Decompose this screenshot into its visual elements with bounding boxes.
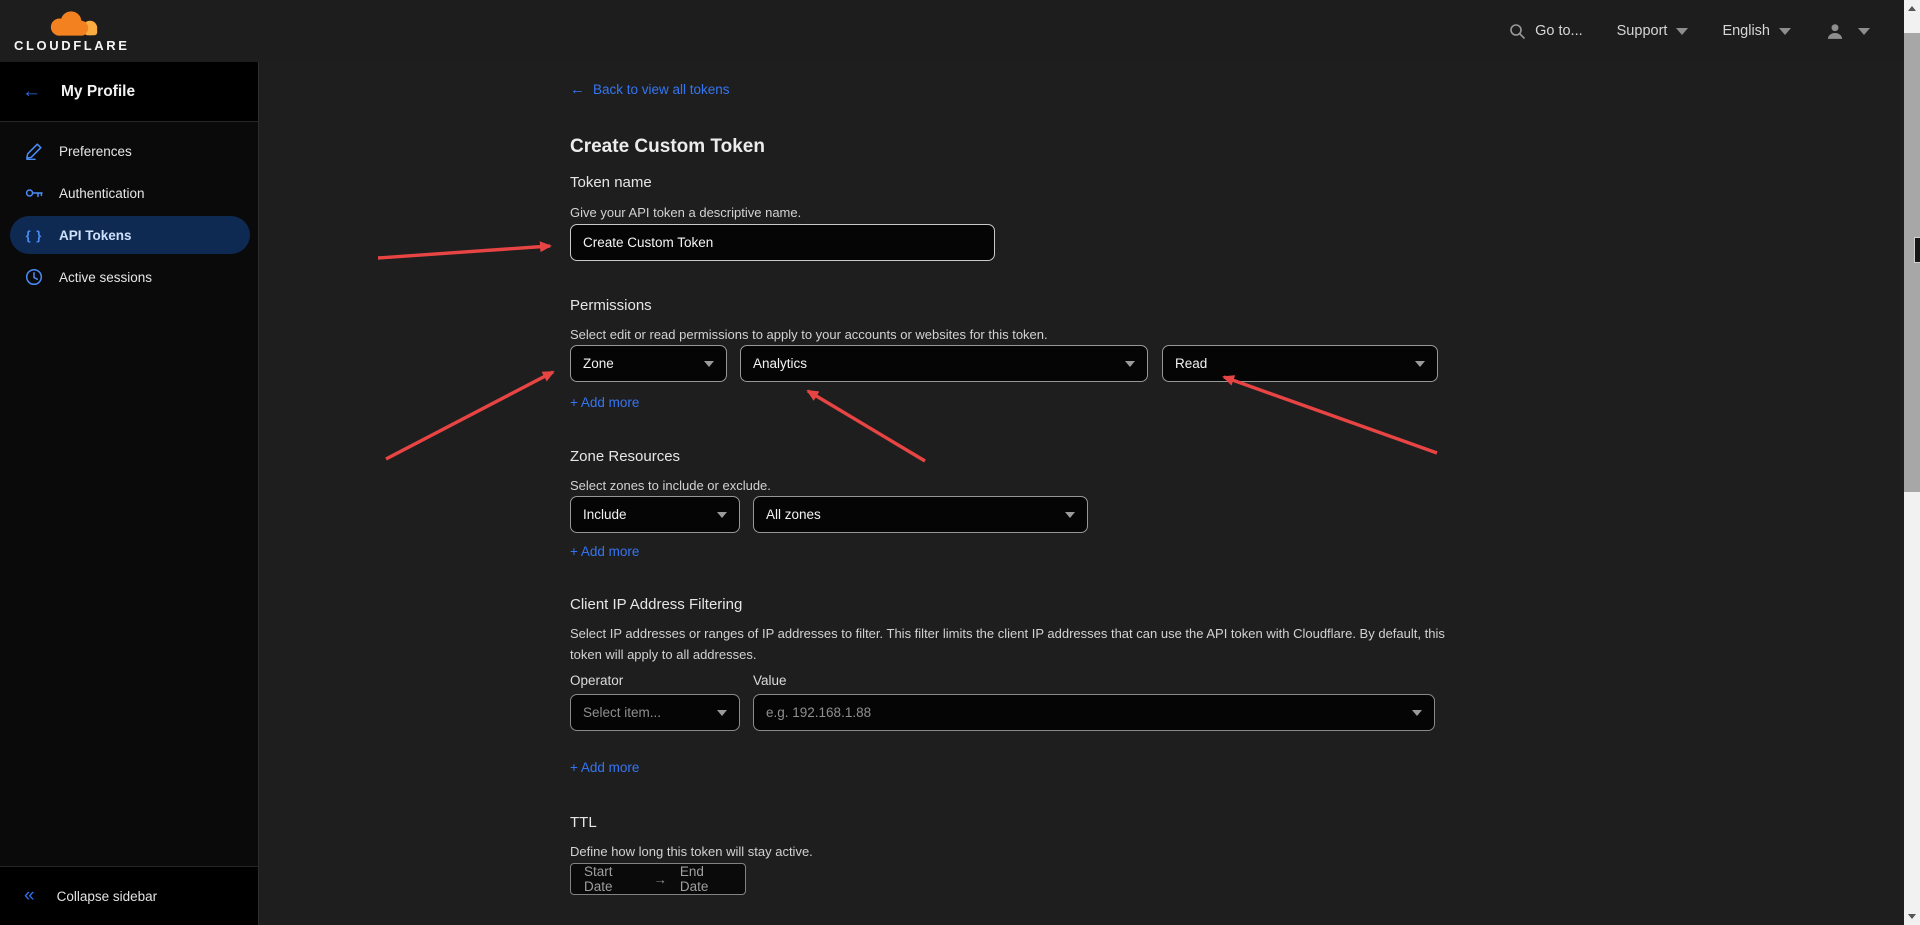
- permissions-add-more-link[interactable]: + Add more: [570, 395, 639, 410]
- zones-value: All zones: [766, 507, 821, 522]
- chevron-down-icon: [1125, 361, 1135, 367]
- token-name-label: Token name: [570, 174, 652, 191]
- permission-scope-value: Zone: [583, 356, 614, 371]
- vertical-scrollbar[interactable]: [1904, 0, 1920, 925]
- back-link-label: Back to view all tokens: [593, 82, 730, 97]
- back-arrow-icon: ←: [22, 81, 41, 103]
- search-icon: [1509, 23, 1526, 40]
- permission-scope-select[interactable]: Zone: [570, 345, 727, 382]
- sidebar-item-preferences[interactable]: Preferences: [10, 132, 250, 170]
- permissions-description: Select edit or read permissions to apply…: [570, 324, 1048, 345]
- arrow-to-token-name-input: [378, 246, 550, 258]
- zone-resources-description: Select zones to include or exclude.: [570, 475, 771, 496]
- operator-select[interactable]: Select item...: [570, 694, 740, 731]
- ip-filtering-add-more-link[interactable]: + Add more: [570, 760, 639, 775]
- end-date-placeholder: End Date: [680, 864, 732, 894]
- zone-mode-select[interactable]: Include: [570, 496, 740, 533]
- language-menu[interactable]: English: [1722, 23, 1791, 39]
- language-label: English: [1722, 23, 1770, 39]
- token-name-input[interactable]: [570, 224, 995, 261]
- account-menu[interactable]: [1825, 22, 1870, 41]
- clock-icon: [24, 268, 44, 286]
- zone-mode-value: Include: [583, 507, 627, 522]
- token-name-description: Give your API token a descriptive name.: [570, 202, 801, 223]
- braces-icon: { }: [24, 228, 44, 243]
- sidebar-item-active-sessions[interactable]: Active sessions: [10, 258, 250, 296]
- arrow-to-read-select: [1224, 377, 1437, 453]
- sidebar-title: My Profile: [61, 83, 135, 101]
- scrollbar-up-button[interactable]: [1904, 0, 1920, 17]
- value-label: Value: [753, 673, 787, 688]
- ttl-date-range-picker[interactable]: Start Date → End Date: [570, 863, 746, 895]
- permission-service-select[interactable]: Analytics: [740, 345, 1148, 382]
- back-to-tokens-link[interactable]: ← Back to view all tokens: [570, 81, 730, 98]
- scrollbar-down-button[interactable]: [1904, 908, 1920, 925]
- add-more-label: + Add more: [570, 395, 639, 410]
- pencil-icon: [24, 142, 44, 160]
- chevron-down-icon: [717, 710, 727, 716]
- permission-service-value: Analytics: [753, 356, 807, 371]
- ip-filtering-label: Client IP Address Filtering: [570, 596, 742, 613]
- sidebar-back-my-profile[interactable]: ← My Profile: [0, 62, 258, 122]
- start-date-placeholder: Start Date: [584, 864, 640, 894]
- sidebar-item-label: Preferences: [59, 144, 132, 159]
- ttl-description: Define how long this token will stay act…: [570, 841, 813, 862]
- arrow-right-icon: →: [653, 872, 667, 887]
- chevron-down-icon: [1065, 512, 1075, 518]
- sidebar: ← My Profile Preferences Authenti: [0, 62, 259, 925]
- collapse-label: Collapse sidebar: [57, 889, 158, 904]
- goto-label: Go to...: [1535, 23, 1583, 39]
- goto-search[interactable]: Go to...: [1509, 23, 1583, 40]
- cloudflare-logo[interactable]: CLOUDFLARE: [14, 10, 130, 53]
- ttl-label: TTL: [570, 814, 597, 831]
- sidebar-item-label: API Tokens: [59, 228, 132, 243]
- collapse-chevrons-icon: «: [24, 885, 35, 907]
- page-title: Create Custom Token: [570, 136, 765, 158]
- support-label: Support: [1617, 23, 1668, 39]
- annotation-arrows: [0, 0, 1920, 925]
- mouse-cursor: [1914, 237, 1920, 263]
- key-icon: [24, 184, 44, 202]
- collapse-sidebar-button[interactable]: « Collapse sidebar: [0, 866, 258, 925]
- sidebar-item-authentication[interactable]: Authentication: [10, 174, 250, 212]
- support-menu[interactable]: Support: [1617, 23, 1689, 39]
- topbar-menu: Go to... Support English: [1509, 0, 1870, 62]
- add-more-label: + Add more: [570, 760, 639, 775]
- sidebar-item-label: Authentication: [59, 186, 145, 201]
- permission-access-select[interactable]: Read: [1162, 345, 1438, 382]
- operator-placeholder: Select item...: [583, 705, 661, 720]
- sidebar-nav: Preferences Authentication { } API Token…: [0, 122, 258, 296]
- back-arrow-icon: ←: [570, 81, 585, 98]
- triangle-down-icon: [1908, 914, 1916, 919]
- ip-value-input[interactable]: e.g. 192.168.1.88: [753, 694, 1435, 731]
- chevron-down-icon: [717, 512, 727, 518]
- zones-select[interactable]: All zones: [753, 496, 1088, 533]
- add-more-label: + Add more: [570, 544, 639, 559]
- topbar: CLOUDFLARE Go to... Support English: [0, 0, 1920, 62]
- chevron-down-icon: [1858, 28, 1870, 35]
- sidebar-item-label: Active sessions: [59, 270, 152, 285]
- chevron-down-icon: [1412, 710, 1422, 716]
- ip-filtering-description: Select IP addresses or ranges of IP addr…: [570, 623, 1450, 665]
- chevron-down-icon: [1415, 361, 1425, 367]
- zone-resources-label: Zone Resources: [570, 448, 680, 465]
- permissions-label: Permissions: [570, 297, 652, 314]
- cloudflare-cloud-icon: [43, 10, 101, 37]
- ip-value-placeholder: e.g. 192.168.1.88: [766, 705, 871, 720]
- logo-wordmark: CLOUDFLARE: [14, 38, 130, 53]
- chevron-down-icon: [1779, 28, 1791, 35]
- user-icon: [1825, 22, 1845, 41]
- chevron-down-icon: [704, 361, 714, 367]
- triangle-up-icon: [1908, 6, 1916, 11]
- chevron-down-icon: [1676, 28, 1688, 35]
- arrow-to-zone-select: [386, 372, 553, 459]
- arrow-to-analytics-select: [808, 391, 925, 461]
- permission-access-value: Read: [1175, 356, 1207, 371]
- sidebar-item-api-tokens[interactable]: { } API Tokens: [10, 216, 250, 254]
- zone-resources-add-more-link[interactable]: + Add more: [570, 544, 639, 559]
- operator-label: Operator: [570, 673, 623, 688]
